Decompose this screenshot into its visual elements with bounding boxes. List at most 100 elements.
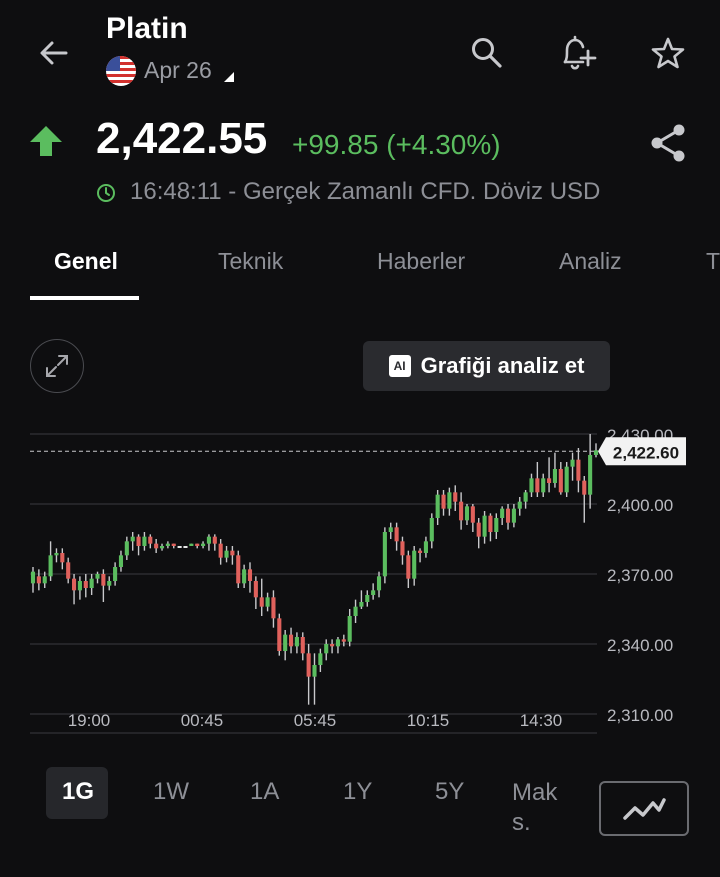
candle-down — [171, 543, 176, 546]
candle-down — [453, 492, 458, 502]
candle-up — [30, 571, 36, 584]
candle-down — [476, 522, 481, 537]
candle-up — [142, 536, 147, 546]
period-1g[interactable]: 1G — [62, 778, 94, 806]
candle-up — [318, 653, 323, 665]
candle-down — [218, 543, 223, 558]
price-chart[interactable]: 19:00 00:45 05:45 10:15 14:30 2,430.002,400.… — [0, 420, 720, 740]
current-value-label: 2,422.60 — [613, 443, 679, 462]
candle-down — [505, 508, 511, 523]
candle-up — [593, 450, 599, 455]
current-price: 2,422.55 — [96, 114, 268, 163]
candle-up — [494, 518, 499, 532]
clock-icon — [96, 183, 116, 208]
period-max[interactable]: Mak s. — [512, 778, 572, 838]
period-1a[interactable]: 1A — [250, 778, 279, 806]
candle-up — [429, 518, 434, 542]
period-5y[interactable]: 5Y — [435, 778, 464, 806]
candle-down — [288, 634, 294, 647]
candle-down — [154, 543, 159, 549]
x-tick-label: 14:30 — [520, 711, 563, 730]
candle-down — [136, 536, 141, 546]
candle-up — [54, 553, 59, 556]
back-arrow-icon — [40, 41, 68, 65]
instrument-title: Platin — [106, 12, 188, 45]
search-button[interactable] — [464, 30, 510, 76]
candle-up — [570, 459, 575, 467]
candle-up — [359, 602, 364, 607]
candle-down — [36, 576, 41, 584]
tab-genel[interactable]: Genel — [54, 248, 118, 275]
candle-up — [376, 576, 382, 591]
candle-up — [165, 543, 170, 546]
candle-up — [242, 569, 247, 584]
candle-up — [523, 492, 528, 502]
share-button[interactable] — [644, 120, 692, 166]
candle-up — [324, 644, 329, 654]
candle-down — [576, 459, 581, 481]
candle-down — [247, 569, 253, 581]
candle-down — [259, 597, 264, 607]
candle-up — [588, 455, 593, 495]
analyze-chart-button[interactable]: AI Grafiği analiz et — [363, 341, 610, 391]
favorite-button[interactable] — [645, 30, 691, 76]
candle-up — [388, 527, 393, 532]
y-tick-label: 2,370.00 — [607, 566, 673, 585]
tab-analiz[interactable]: Analiz — [559, 248, 622, 275]
candle-up — [206, 536, 211, 544]
candle-down — [341, 639, 346, 642]
candle-up — [347, 616, 352, 642]
up-arrow-icon — [28, 124, 64, 163]
analyze-chart-label: Grafiği analiz et — [420, 353, 585, 378]
candle-down — [406, 555, 411, 579]
tab-overflow[interactable]: T — [706, 248, 720, 275]
candle-up — [42, 576, 47, 584]
chart-type-button[interactable] — [599, 781, 689, 836]
candle-down — [535, 478, 540, 493]
candle-down — [101, 574, 106, 586]
candle-up — [552, 469, 558, 483]
candle-up — [294, 637, 299, 647]
candle-up — [335, 639, 341, 647]
candle-up — [113, 567, 118, 581]
expand-icon — [46, 355, 68, 377]
expand-chart-button[interactable] — [30, 339, 84, 393]
tab-haberler[interactable]: Haberler — [377, 248, 465, 275]
candle-up — [564, 466, 569, 493]
back-button[interactable] — [30, 30, 78, 76]
realtime-status: 16:48:11 - Gerçek Zamanlı CFD. Döviz USD — [130, 178, 601, 205]
x-tick-label: 19:00 — [68, 711, 111, 730]
candle-up — [435, 494, 440, 518]
date-selector[interactable]: Apr 26 — [144, 57, 212, 84]
candle-up — [201, 543, 206, 546]
candle-up — [189, 543, 194, 546]
candle-down — [236, 555, 241, 584]
line-chart-icon — [623, 797, 666, 820]
candle-down — [253, 581, 258, 598]
candle-up — [412, 550, 417, 579]
y-tick-label: 2,310.00 — [607, 706, 673, 725]
candle-up — [517, 501, 522, 509]
tab-teknik[interactable]: Teknik — [218, 248, 283, 275]
candle-down — [582, 480, 587, 495]
candle-up — [124, 541, 129, 556]
candle-down — [83, 581, 88, 588]
x-tick-label: 00:45 — [181, 711, 224, 730]
candle-up — [283, 634, 288, 651]
candle-up — [511, 508, 516, 523]
ai-icon: AI — [388, 355, 411, 377]
add-alert-button[interactable] — [553, 30, 601, 76]
candle-down — [271, 597, 276, 619]
candle-up — [89, 578, 94, 588]
candle-up — [541, 478, 546, 493]
add-alert-bell-icon — [563, 35, 597, 70]
candle-up — [365, 595, 370, 602]
candle-down — [300, 637, 305, 654]
candle-up — [529, 478, 534, 493]
period-1w[interactable]: 1W — [153, 778, 189, 806]
candle-up — [382, 532, 387, 577]
candle-up — [353, 606, 358, 616]
share-icon — [651, 124, 685, 162]
period-1y[interactable]: 1Y — [343, 778, 372, 806]
candle-down — [418, 550, 423, 553]
